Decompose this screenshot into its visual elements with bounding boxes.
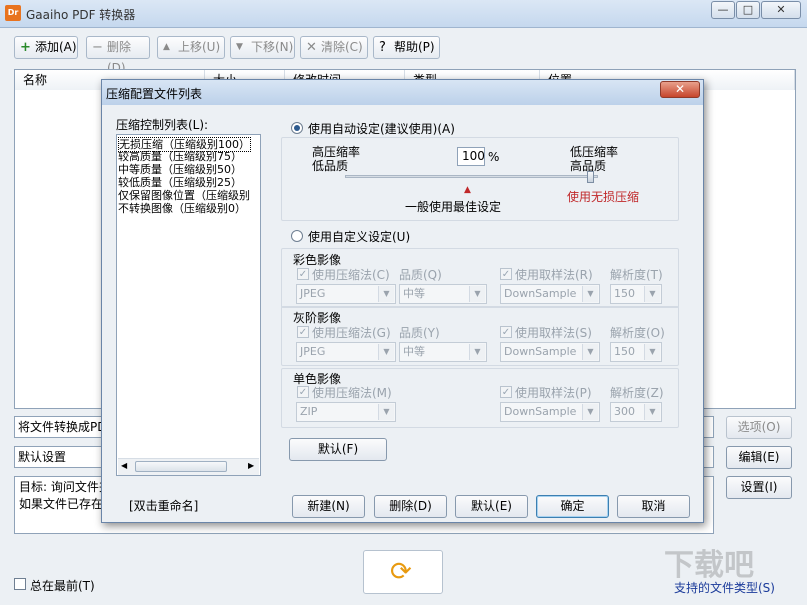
dialog-title: 压缩配置文件列表	[106, 87, 203, 101]
new-profile-button[interactable]: 新建(N)	[292, 495, 365, 518]
convert-button[interactable]: ⟳	[363, 550, 443, 594]
chevron-down-icon: ▼	[644, 344, 660, 360]
compression-profile-dialog: 压缩配置文件列表 ✕ 压缩控制列表(L): 无损压缩（压缩级别100） 较高质量…	[101, 79, 704, 523]
gray-quality-label: 品质(Y)	[399, 326, 440, 340]
window-title: Gaaiho PDF 转换器	[26, 8, 136, 22]
mono-sample-select[interactable]: DownSample ▼	[500, 402, 600, 422]
list-item[interactable]: 中等质量（压缩级别50）	[118, 163, 242, 176]
clear-button[interactable]: ✕ 清除(C)	[300, 36, 368, 59]
mono-method-select[interactable]: ZIP ▼	[296, 402, 396, 422]
always-on-top-label: 总在最前(T)	[30, 579, 95, 593]
color-method-select[interactable]: JPEG ▼	[296, 284, 396, 304]
list-label: 压缩控制列表(L):	[116, 118, 209, 132]
remove-button[interactable]: − 删除(D)	[86, 36, 150, 75]
chevron-down-icon: ▼	[469, 344, 485, 360]
delete-profile-button[interactable]: 删除(D)	[374, 495, 447, 518]
chevron-down-icon: ▼	[644, 404, 660, 420]
always-on-top-checkbox[interactable]	[14, 578, 26, 590]
percent-unit: %	[488, 150, 500, 164]
edit-button[interactable]: 编辑(E)	[726, 446, 792, 469]
scroll-thumb[interactable]	[135, 461, 227, 472]
mono-sample-label: 使用取样法(P)	[515, 386, 592, 400]
quality-slider-track[interactable]	[345, 175, 598, 178]
move-down-button[interactable]: ▼ 下移(N)	[230, 36, 295, 59]
window-close-button[interactable]: ✕	[761, 1, 801, 19]
scroll-right-icon[interactable]: ▶	[248, 461, 254, 470]
watermark-logo: 下载吧	[664, 548, 754, 583]
rename-hint: [双击重命名]	[129, 499, 199, 513]
gray-resolution-select[interactable]: 150 ▼	[610, 342, 662, 362]
quality-slider-thumb[interactable]	[587, 171, 594, 183]
default-settings-button[interactable]: 默认(F)	[289, 438, 387, 461]
auto-setting-radio[interactable]	[291, 122, 303, 134]
horizontal-scrollbar[interactable]: ◀ ▶	[118, 458, 259, 475]
custom-setting-radio[interactable]	[291, 230, 303, 242]
gray-method-select[interactable]: JPEG ▼	[296, 342, 396, 362]
auto-setting-label: 使用自动设定(建议使用)(A)	[308, 122, 455, 136]
dialog-titlebar: 压缩配置文件列表 ✕	[102, 80, 703, 105]
percent-input[interactable]: 100	[457, 147, 485, 166]
help-icon: ?	[379, 40, 386, 55]
chevron-down-icon: ▼	[644, 286, 660, 302]
up-arrow-icon: ▲	[163, 42, 170, 52]
plus-icon: +	[20, 40, 31, 55]
ok-button[interactable]: 确定	[536, 495, 609, 518]
custom-setting-label: 使用自定义设定(U)	[308, 230, 411, 244]
gray-resolution-label: 解析度(O)	[610, 326, 665, 340]
list-item[interactable]: 较高质量（压缩级别75）	[118, 150, 242, 163]
reset-default-button[interactable]: 默认(E)	[455, 495, 528, 518]
move-up-button[interactable]: ▲ 上移(U)	[157, 36, 225, 59]
list-item[interactable]: 不转换图像（压缩级别0）	[118, 202, 246, 215]
chevron-down-icon: ▼	[582, 344, 598, 360]
gray-sample-select[interactable]: DownSample ▼	[500, 342, 600, 362]
color-resolution-select[interactable]: 150 ▼	[610, 284, 662, 304]
settings-button[interactable]: 设置(I)	[726, 476, 792, 499]
color-sample-label: 使用取样法(R)	[515, 268, 593, 282]
low-quality-label: 低品质	[312, 159, 349, 173]
color-quality-select[interactable]: 中等 ▼	[399, 284, 487, 304]
color-compress-label: 使用压缩法(C)	[312, 268, 390, 282]
mono-sample-checkbox[interactable]: ✓	[500, 386, 512, 398]
best-setting-label: 一般使用最佳设定	[405, 200, 502, 214]
chevron-down-icon: ▼	[378, 344, 394, 360]
scroll-left-icon[interactable]: ◀	[121, 461, 127, 470]
mono-compress-label: 使用压缩法(M)	[312, 386, 392, 400]
options-button[interactable]: 选项(O)	[726, 416, 792, 439]
chevron-down-icon: ▼	[582, 404, 598, 420]
gray-sample-label: 使用取样法(S)	[515, 326, 592, 340]
chevron-down-icon: ▼	[378, 404, 394, 420]
list-item[interactable]: 仅保留图像位置（压缩级别	[118, 189, 250, 202]
color-resolution-label: 解析度(T)	[610, 268, 663, 282]
compression-profile-list[interactable]: 无损压缩（压缩级别100） 较高质量（压缩级别75） 中等质量（压缩级别50） …	[116, 134, 261, 476]
gray-compress-label: 使用压缩法(G)	[312, 326, 391, 340]
main-titlebar: Dr Gaaiho PDF 转换器 — □ ✕	[0, 0, 807, 28]
chevron-down-icon: ▼	[378, 286, 394, 302]
color-compress-checkbox[interactable]: ✓	[297, 268, 309, 280]
color-quality-label: 品质(Q)	[399, 268, 442, 282]
gray-compress-checkbox[interactable]: ✓	[297, 326, 309, 338]
color-sample-select[interactable]: DownSample ▼	[500, 284, 600, 304]
down-arrow-icon: ▼	[236, 42, 243, 52]
mono-resolution-select[interactable]: 300 ▼	[610, 402, 662, 422]
dialog-close-button[interactable]: ✕	[660, 81, 700, 98]
gray-sample-checkbox[interactable]: ✓	[500, 326, 512, 338]
app-logo-icon: Dr	[5, 5, 21, 21]
add-button[interactable]: + 添加(A)	[14, 36, 78, 59]
cancel-button[interactable]: 取消	[617, 495, 690, 518]
color-sample-checkbox[interactable]: ✓	[500, 268, 512, 280]
x-icon: ✕	[306, 40, 317, 55]
lossless-label: 使用无损压缩	[567, 190, 640, 204]
minus-icon: −	[92, 40, 103, 55]
list-item[interactable]: 较低质量（压缩级别25）	[118, 176, 242, 189]
best-setting-marker-icon: ▲	[464, 185, 471, 195]
mono-resolution-label: 解析度(Z)	[610, 386, 664, 400]
minimize-button[interactable]: —	[711, 1, 735, 19]
mono-compress-checkbox[interactable]: ✓	[297, 386, 309, 398]
chevron-down-icon: ▼	[469, 286, 485, 302]
gray-quality-select[interactable]: 中等 ▼	[399, 342, 487, 362]
help-button[interactable]: ? 帮助(P)	[373, 36, 440, 59]
chevron-down-icon: ▼	[582, 286, 598, 302]
convert-cycle-icon: ⟳	[390, 557, 412, 587]
maximize-button[interactable]: □	[736, 1, 760, 19]
